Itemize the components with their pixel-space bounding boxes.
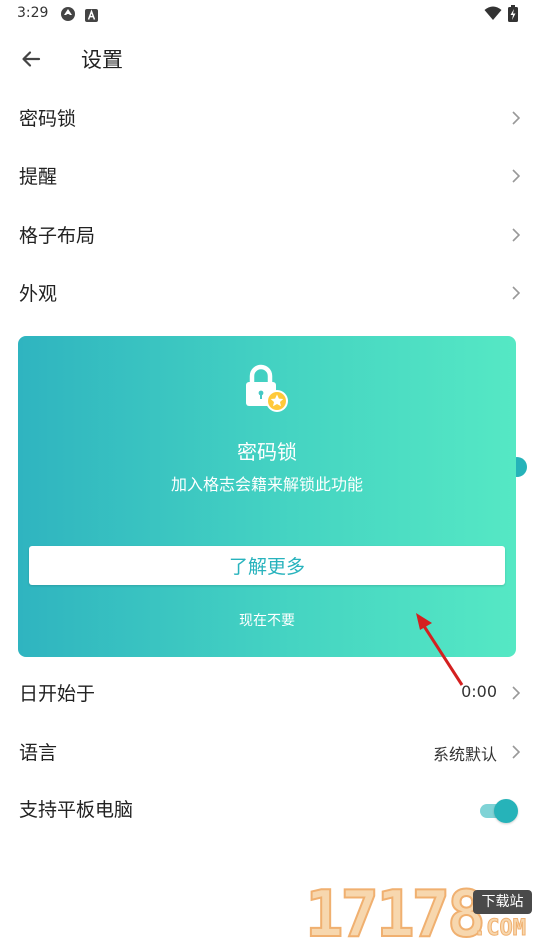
wifi-icon [484,6,502,25]
chevron-right-icon [512,168,521,187]
chevron-right-icon [512,285,521,304]
sync-icon [60,6,76,26]
watermark-domain: .COM [473,916,527,942]
settings-item-appearance[interactable]: 外观 [0,264,534,322]
settings-item-label: 密码锁 [19,108,77,130]
watermark-badge: 下载站 [473,890,532,914]
settings-item-language[interactable]: 语言 系统默认 [0,723,534,781]
settings-item-label: 格子布局 [19,225,96,247]
settings-item-label: 支持平板电脑 [19,799,134,821]
promo-title: 密码锁 [237,440,297,464]
back-button[interactable] [14,42,48,76]
chevron-right-icon [512,744,521,763]
settings-item-value: 系统默认 [432,745,497,764]
toggle-knob [494,799,518,823]
chevron-right-icon [512,685,521,704]
status-bar: 3:29 [0,0,534,28]
app-bar: 设置 [0,28,534,88]
battery-charging-icon [508,5,518,26]
tablet-support-toggle[interactable] [480,798,518,824]
settings-item-grid-layout[interactable]: 格子布局 [0,206,534,264]
lock-star-icon [246,364,288,412]
annotation-arrow-icon [416,613,464,686]
settings-item-label: 外观 [19,283,58,305]
a-badge-icon [85,7,98,26]
settings-item-label: 提醒 [19,166,58,188]
watermark-number: 17178 [304,878,487,950]
chevron-right-icon [512,227,521,246]
settings-item-passcode-lock[interactable]: 密码锁 [0,89,534,147]
settings-item-label: 日开始于 [19,683,96,705]
chevron-right-icon [512,110,521,129]
page-title: 设置 [81,48,123,72]
watermark-badge-text: 下载站 [481,894,524,910]
settings-item-label: 语言 [19,742,58,764]
back-arrow-icon [22,51,41,67]
settings-item-reminder[interactable]: 提醒 [0,147,534,205]
settings-item-tablet-support[interactable]: 支持平板电脑 [0,780,534,838]
promo-subtitle: 加入格志会籍来解锁此功能 [170,475,363,494]
status-time: 3:29 [17,5,49,21]
site-watermark: 17178 下载站 .COM [304,878,534,950]
learn-more-button[interactable]: 了解更多 [29,546,505,585]
